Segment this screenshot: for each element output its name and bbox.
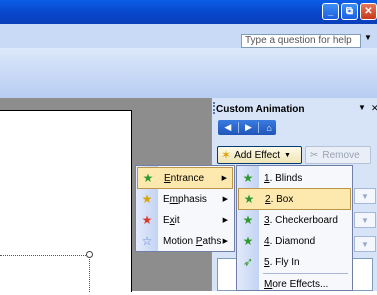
add-effect-button[interactable]: ✶ Add Effect ▼ bbox=[217, 146, 302, 164]
emphasis-star-icon: ★ bbox=[141, 192, 153, 206]
remove-button[interactable]: ✂ Remove bbox=[305, 146, 371, 164]
menu-item-emphasis[interactable]: ★ Emphasis ▶ bbox=[137, 188, 233, 210]
nav-separator bbox=[237, 122, 239, 133]
restore-button[interactable]: ⧉ bbox=[341, 3, 358, 20]
checkerboard-effect-icon: ★ bbox=[242, 213, 254, 227]
exit-star-icon: ★ bbox=[141, 213, 153, 227]
remove-label: Remove bbox=[322, 149, 360, 161]
selected-shape-outline[interactable] bbox=[0, 255, 90, 292]
help-dropdown-icon[interactable]: ▼ bbox=[364, 33, 372, 42]
menu-item-label: 2. Box bbox=[265, 193, 294, 205]
menu-item-entrance[interactable]: ★ Entrance ▶ bbox=[137, 167, 233, 189]
menu-item-more-effects[interactable]: More Effects... bbox=[238, 273, 351, 295]
menu-item-label: 3. Checkerboard bbox=[264, 214, 338, 226]
back-icon[interactable]: ◀ bbox=[221, 121, 235, 134]
chevron-down-icon: ▼ bbox=[284, 151, 291, 159]
minimize-button[interactable]: _ bbox=[322, 3, 339, 20]
effect-category-menu: ★ Entrance ▶ ★ Emphasis ▶ ★ Exit ▶ ☆ Mot… bbox=[135, 165, 235, 252]
pane-navigation: ◀ ▶ ⌂ bbox=[218, 120, 276, 135]
property-dropdown-icon[interactable]: ▼ bbox=[354, 212, 376, 228]
close-window-button[interactable]: ✕ bbox=[360, 3, 377, 20]
diamond-effect-icon: ★ bbox=[242, 234, 254, 248]
add-effect-label: Add Effect bbox=[234, 149, 281, 161]
menu-item-label: Motion Paths bbox=[163, 235, 222, 247]
entrance-effects-menu: ★ 1. Blinds ★ 2. Box ★ 3. Checkerboard ★… bbox=[236, 165, 353, 291]
submenu-arrow-icon: ▶ bbox=[222, 196, 228, 203]
submenu-arrow-icon: ▶ bbox=[221, 175, 227, 182]
restore-icon: ⧉ bbox=[345, 6, 354, 17]
menu-item-label: 5. Fly In bbox=[264, 256, 300, 268]
menu-item-label: Exit bbox=[163, 214, 180, 226]
minimize-icon: _ bbox=[327, 6, 334, 17]
menu-item-blinds[interactable]: ★ 1. Blinds bbox=[238, 167, 351, 189]
menu-item-label: 1. Blinds bbox=[264, 172, 303, 184]
pane-title: Custom Animation bbox=[216, 104, 305, 115]
resize-handle[interactable] bbox=[86, 251, 93, 258]
home-icon[interactable]: ⌂ bbox=[262, 121, 276, 134]
menu-item-diamond[interactable]: ★ 4. Diamond bbox=[238, 230, 351, 252]
menu-item-label: Entrance bbox=[164, 172, 205, 184]
menu-item-checkerboard[interactable]: ★ 3. Checkerboard bbox=[238, 209, 351, 231]
menu-item-box[interactable]: ★ 2. Box bbox=[238, 188, 351, 210]
remove-icon: ✂ bbox=[310, 149, 319, 161]
add-effect-star-icon: ✶ bbox=[221, 148, 232, 162]
pane-menu-icon[interactable]: ▼ bbox=[358, 103, 366, 112]
menu-item-label: More Effects... bbox=[264, 278, 329, 290]
menu-item-exit[interactable]: ★ Exit ▶ bbox=[137, 209, 233, 231]
start-dropdown-icon[interactable]: ▼ bbox=[354, 188, 376, 204]
menu-item-motion-paths[interactable]: ☆ Motion Paths ▶ bbox=[137, 230, 233, 252]
menu-item-label: Emphasis bbox=[163, 193, 207, 205]
submenu-arrow-icon: ▶ bbox=[222, 238, 228, 245]
box-effect-icon: ★ bbox=[243, 192, 255, 206]
pane-close-icon[interactable]: ✕ bbox=[371, 103, 377, 114]
toolbar-area bbox=[0, 48, 377, 98]
title-bar: _ ⧉ ✕ bbox=[0, 0, 377, 24]
speed-dropdown-icon[interactable]: ▼ bbox=[354, 236, 376, 252]
menu-item-label: 4. Diamond bbox=[264, 235, 316, 247]
submenu-arrow-icon: ▶ bbox=[222, 217, 228, 224]
close-icon: ✕ bbox=[364, 6, 373, 17]
nav-separator bbox=[258, 122, 260, 133]
menu-item-fly-in[interactable]: ➶ 5. Fly In bbox=[238, 251, 351, 273]
help-search-input[interactable]: Type a question for help bbox=[241, 34, 361, 48]
entrance-star-icon: ★ bbox=[142, 171, 154, 185]
fly-in-effect-icon: ➶ bbox=[242, 255, 254, 269]
blinds-effect-icon: ★ bbox=[242, 171, 254, 185]
motion-paths-star-icon: ☆ bbox=[141, 234, 153, 248]
forward-icon[interactable]: ▶ bbox=[242, 121, 256, 134]
